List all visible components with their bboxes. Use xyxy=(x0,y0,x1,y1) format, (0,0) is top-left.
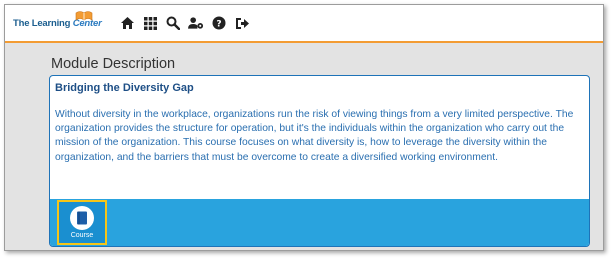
course-button[interactable]: Course xyxy=(57,200,107,245)
user-settings-icon[interactable] xyxy=(188,15,204,31)
sign-out-icon[interactable] xyxy=(234,15,250,31)
logo-book-icon xyxy=(75,11,93,21)
card-footer: Course xyxy=(50,199,589,246)
top-bar: The Learning Center ? xyxy=(5,5,603,43)
app-window: The Learning Center ? Module Description… xyxy=(4,4,604,251)
help-icon[interactable]: ? xyxy=(211,15,227,31)
search-icon[interactable] xyxy=(165,15,181,31)
book-icon xyxy=(77,211,87,225)
course-button-label: Course xyxy=(70,232,94,239)
module-heading: Module Description xyxy=(51,56,176,72)
grid-icon[interactable] xyxy=(142,15,158,31)
course-icon-circle xyxy=(70,206,94,230)
home-icon[interactable] xyxy=(119,15,135,31)
course-description: Without diversity in the workplace, orga… xyxy=(55,109,574,163)
module-card: Bridging the Diversity Gap Without diver… xyxy=(49,75,590,247)
course-title: Bridging the Diversity Gap xyxy=(55,82,194,94)
svg-text:?: ? xyxy=(216,20,221,30)
nav-icons: ? xyxy=(119,14,250,32)
logo-text-main: The Learning xyxy=(13,18,73,29)
